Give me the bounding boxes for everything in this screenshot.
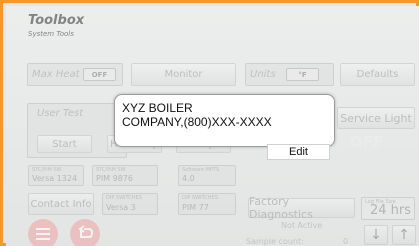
stc-sw-box: STC/PIM SW Versa 1324 [28, 165, 84, 186]
menu-icon-bar [36, 233, 50, 235]
toolbox-screen: Toolbox System Tools Max Heat OFF Monito… [6, 6, 419, 246]
pim-sw-value: PIM 9876 [96, 174, 133, 183]
defaults-button[interactable]: Defaults [340, 63, 415, 86]
pim-sw-box: STC/PIM SW PIM 9876 [92, 165, 158, 186]
monitor-button[interactable]: Monitor [131, 63, 236, 86]
software-box: Software MPTS 4.0 [178, 165, 236, 186]
units-label: Units [250, 69, 276, 80]
factory-status: Not Active [281, 221, 323, 230]
log-file-size-value: 24 hrs [369, 203, 411, 218]
sample-count-value: 0 [343, 237, 349, 246]
service-light-button[interactable]: Service Light [337, 107, 415, 129]
max-heat-label: Max Heat [32, 69, 80, 80]
page-subtitle: System Tools [28, 30, 74, 38]
dip-switch-versa-value: Versa 3 [106, 203, 136, 212]
stc-sw-value: Versa 1324 [32, 174, 78, 183]
max-heat-toggle[interactable]: OFF [83, 68, 116, 81]
dip-switch-versa-box: DIP SWITCHES Versa 3 [102, 193, 158, 215]
up-arrow-button[interactable]: ↑ [392, 225, 416, 245]
menu-icon-bar [36, 238, 50, 240]
dip-switch-pim-box: DIP SWITCHES PIM 77 [178, 193, 236, 215]
start-button[interactable]: Start [37, 135, 92, 153]
service-light-state: OFF [350, 133, 384, 151]
menu-button[interactable] [28, 219, 58, 246]
company-contact-popup: XYZ BOILER COMPANY,(800)XXX-XXXX [114, 94, 335, 147]
max-heat-panel: Max Heat OFF [27, 63, 123, 86]
popup-line-1: XYZ BOILER [122, 101, 193, 115]
units-toggle[interactable]: °F [286, 68, 319, 81]
menu-icon [36, 228, 50, 230]
software-value: 4.0 [182, 174, 195, 183]
dip-switch-pim-label: DIP SWITCHES [182, 195, 218, 201]
units-panel: Units °F [245, 63, 334, 86]
page-title: Toolbox [28, 13, 85, 28]
pim-sw-label: STC/PIM SW [96, 167, 126, 173]
contact-info-button[interactable]: Contact Info [28, 193, 94, 215]
software-label: Software MPTS [182, 167, 220, 173]
log-file-size-box[interactable]: Log File Size 24 hrs [361, 197, 415, 220]
edit-button[interactable]: Edit [267, 144, 330, 160]
dip-switch-pim-value: PIM 77 [182, 203, 209, 212]
down-arrow-button[interactable]: ↓ [364, 225, 388, 245]
popup-line-2: COMPANY,(800)XXX-XXXX [122, 115, 272, 129]
user-test-label: User Test [37, 108, 84, 119]
back-button[interactable] [70, 219, 100, 246]
sample-count-label: Sample count: [246, 237, 304, 246]
dip-switch-versa-label: DIP SWITCHES [106, 195, 142, 201]
back-icon [78, 225, 94, 238]
factory-diagnostics-button[interactable]: Factory Diagnostics [248, 195, 355, 221]
stc-sw-label: STC/PIM SW [32, 167, 62, 173]
display-frame: Toolbox System Tools Max Heat OFF Monito… [0, 0, 419, 246]
